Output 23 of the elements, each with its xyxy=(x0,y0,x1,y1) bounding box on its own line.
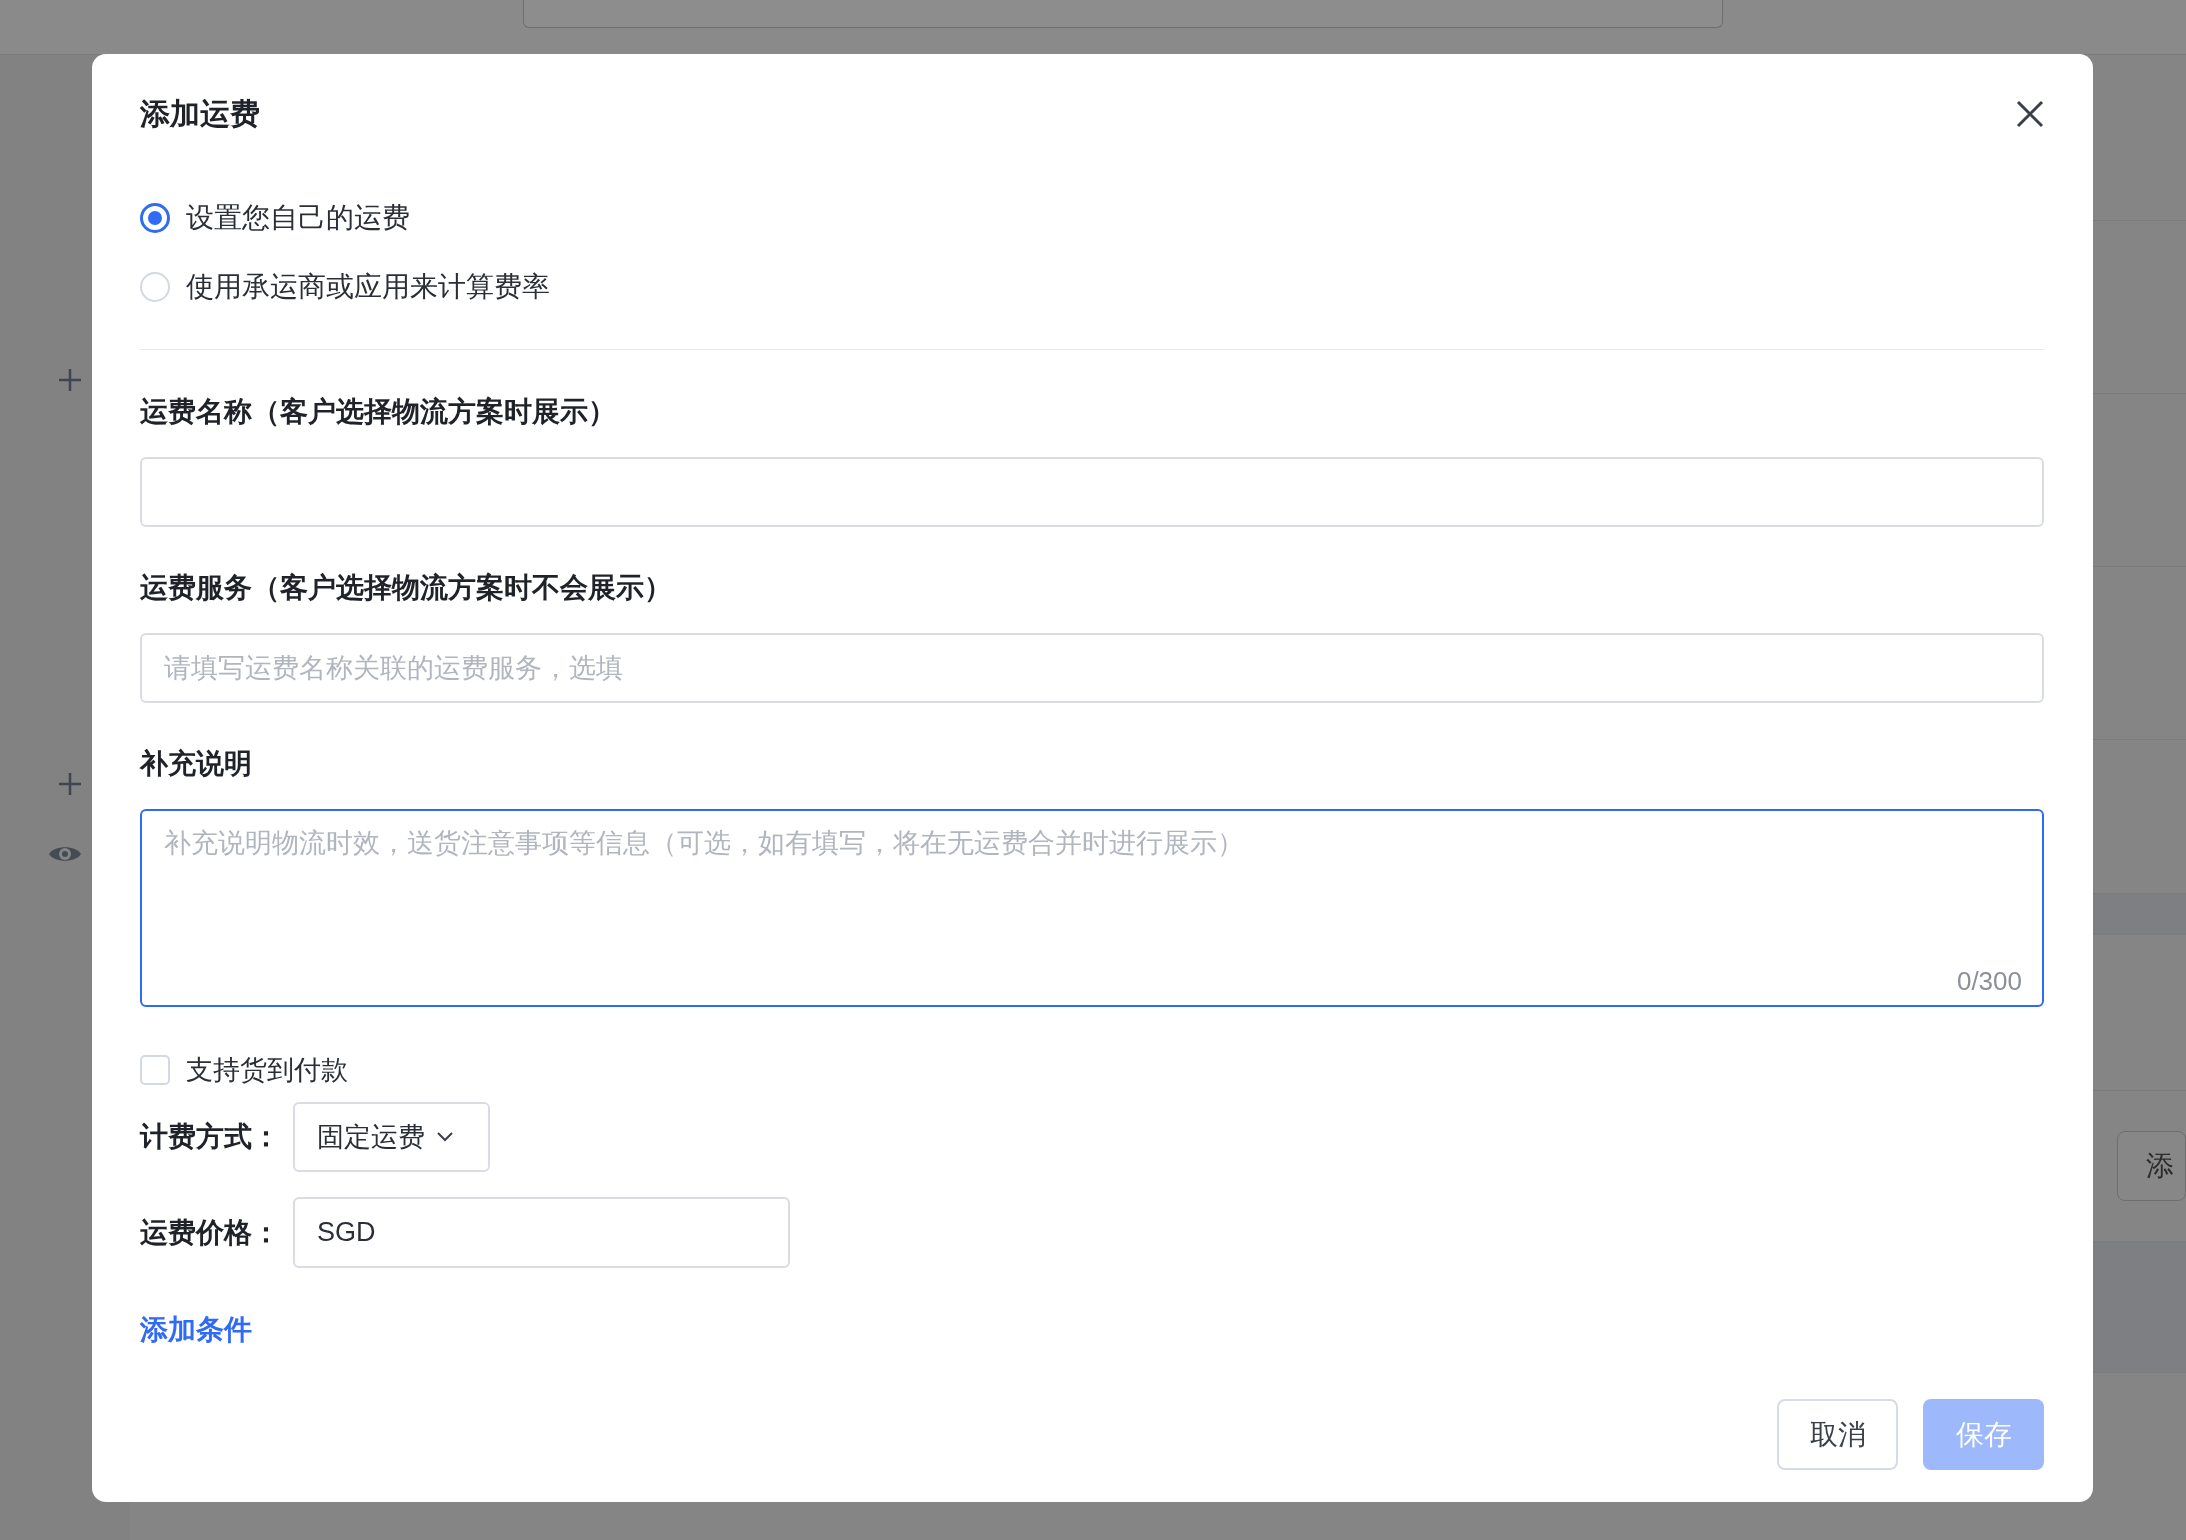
input-field[interactable] xyxy=(140,457,2044,527)
chevron-down-icon xyxy=(437,1132,453,1142)
plus-icon[interactable] xyxy=(57,367,83,393)
checkbox[interactable] xyxy=(140,1055,170,1085)
checkbox-label: 支持货到付款 xyxy=(186,1054,348,1087)
billing-select[interactable]: 固定运费 xyxy=(293,1102,490,1172)
field-label: 补充说明 xyxy=(140,747,253,781)
add-condition-link[interactable]: 添加条件 xyxy=(140,1311,252,1349)
field-label: 运费名称（客户选择物流方案时展示） xyxy=(140,395,617,429)
cancel-button[interactable]: 取消 xyxy=(1777,1399,1898,1470)
radio-button[interactable] xyxy=(140,203,170,233)
field-label: 计费方式： xyxy=(140,1120,281,1154)
plus-icon[interactable] xyxy=(57,771,83,797)
price-field[interactable]: SGD xyxy=(293,1197,790,1268)
input-field[interactable]: 请填写运费名称关联的运费服务，选填 xyxy=(140,633,2044,703)
add-button[interactable]: 添 xyxy=(2117,1131,2186,1201)
dialog-title: 添加运费 xyxy=(140,95,260,132)
field-label: 运费价格： xyxy=(140,1215,281,1250)
field-label: 运费服务（客户选择物流方案时不会展示） xyxy=(140,571,673,605)
radio-label: 设置您自己的运费 xyxy=(186,201,410,235)
character-counter: 0/300 xyxy=(1956,966,2022,997)
search-field[interactable] xyxy=(523,0,1723,28)
radio-label: 使用承运商或应用来计算费率 xyxy=(186,270,550,304)
